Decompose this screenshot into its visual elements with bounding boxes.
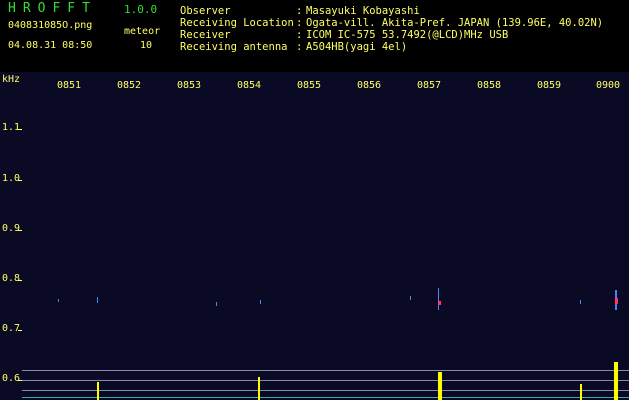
- meteor-echo: [615, 298, 618, 304]
- app-title: HROFFT: [8, 1, 97, 16]
- amplitude-gridline: [22, 380, 629, 381]
- amplitude-spike: [97, 382, 99, 400]
- antenna-label: Receiving antenna: [180, 41, 288, 53]
- amplitude-gridline: [22, 390, 629, 391]
- x-tick-label: 0855: [297, 80, 322, 91]
- observer-colon: :: [296, 5, 303, 17]
- receiver-value: ICOM IC-575 53.7492(@LCD)MHz USB: [306, 29, 509, 41]
- meteor-count: 10: [140, 40, 153, 51]
- antenna-colon: :: [296, 41, 303, 53]
- amplitude-spike: [614, 362, 618, 400]
- x-tick-label: 0900: [596, 80, 621, 91]
- y-unit-label: kHz: [2, 74, 21, 85]
- signal-trace: [410, 296, 411, 300]
- antenna-value: A504HB(yagi 4el): [306, 41, 408, 53]
- y-tick: [18, 129, 22, 130]
- y-tick: [18, 280, 22, 281]
- header-panel: HROFFT 1.0.0 040831085O.png 04.08.31 08:…: [0, 0, 629, 72]
- x-tick-label: 0854: [237, 80, 262, 91]
- signal-trace: [97, 297, 98, 303]
- x-tick-label: 0859: [537, 80, 562, 91]
- y-tick-label: 1.1: [2, 122, 21, 133]
- app-version: 1.0.0: [124, 3, 158, 16]
- amplitude-spike: [258, 377, 260, 400]
- x-tick-label: 0858: [477, 80, 502, 91]
- y-tick-label: 0.8: [2, 273, 21, 284]
- file-datetime: 04.08.31 08:50: [8, 40, 93, 51]
- amplitude-spike: [438, 372, 442, 400]
- location-colon: :: [296, 17, 303, 29]
- amplitude-spike: [580, 384, 582, 400]
- receiver-label: Receiver: [180, 29, 231, 41]
- y-tick-label: 1.0: [2, 173, 21, 184]
- y-tick-label: 0.9: [2, 223, 21, 234]
- y-tick: [18, 230, 22, 231]
- x-tick-label: 0853: [177, 80, 202, 91]
- x-tick-label: 0856: [357, 80, 382, 91]
- x-tick-label: 0852: [117, 80, 142, 91]
- meteor-label: meteor: [124, 26, 161, 37]
- signal-trace: [58, 299, 59, 302]
- location-label: Receiving Location: [180, 17, 294, 29]
- y-tick-label: 0.7: [2, 323, 21, 334]
- y-tick: [18, 180, 22, 181]
- signal-trace: [438, 288, 439, 310]
- observer-label: Observer: [180, 5, 231, 17]
- spectrogram-plot: kHz 0851 0852 0853 0854 0855 0856 0857 0…: [0, 72, 629, 400]
- y-tick: [18, 330, 22, 331]
- observer-value: Masayuki Kobayashi: [306, 5, 420, 17]
- receiver-colon: :: [296, 29, 303, 41]
- noise-floor-line: [22, 397, 629, 398]
- signal-trace: [260, 300, 261, 304]
- amplitude-gridline: [22, 370, 629, 371]
- location-value: Ogata-vill. Akita-Pref. JAPAN (139.96E, …: [306, 17, 604, 29]
- x-tick-label: 0857: [417, 80, 442, 91]
- signal-trace: [580, 300, 581, 304]
- y-tick-label: 0.6: [2, 373, 21, 384]
- x-tick-label: 0851: [57, 80, 82, 91]
- meteor-echo: [438, 301, 441, 305]
- file-name: 040831085O.png: [8, 20, 93, 31]
- signal-trace: [216, 302, 217, 306]
